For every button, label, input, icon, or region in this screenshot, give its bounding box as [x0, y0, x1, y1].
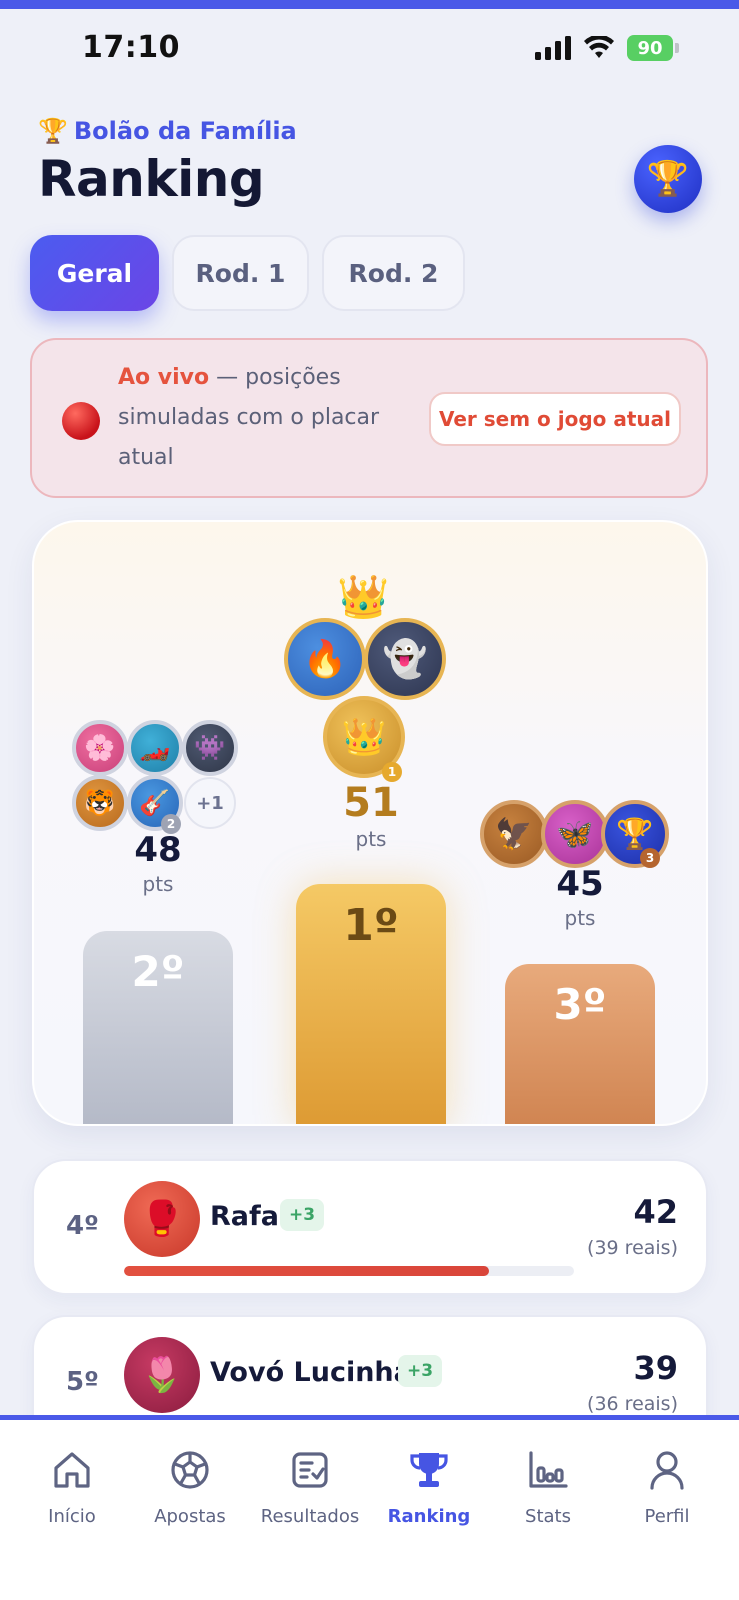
podium-first-points-label: pts: [355, 827, 387, 851]
live-indicator-icon: [62, 402, 100, 440]
podium-second-avatar[interactable]: 🐯: [72, 775, 128, 831]
avatar: 🥊: [124, 1181, 200, 1257]
cellular-signal-icon: [535, 36, 571, 60]
podium-first-avatar[interactable]: 👻: [364, 618, 446, 700]
battery-icon: 90: [627, 35, 679, 61]
podium-block-third: 3º: [505, 964, 655, 1124]
ranking-tabs: Geral Rod. 1 Rod. 2: [30, 235, 465, 311]
rank-position: 4º: [66, 1211, 99, 1241]
trophy-button[interactable]: 🏆: [634, 145, 702, 213]
tab-geral[interactable]: Geral: [30, 235, 159, 311]
nav-item-inicio[interactable]: Início: [12, 1448, 132, 1527]
nav-item-resultados[interactable]: Resultados: [250, 1448, 370, 1527]
podium-first-points: 51: [343, 780, 399, 826]
nav-label: Stats: [525, 1506, 571, 1527]
live-message: Ao vivo — posições simuladas com o placa…: [118, 358, 388, 478]
rank-points: 39: [633, 1349, 678, 1387]
nav-item-stats[interactable]: Stats: [488, 1448, 608, 1527]
podium-card: 👑 🔥 👻 👑 1 51 pts 🌸 🏎️ 👾 🐯 🎸 2 +1 48 pts …: [32, 520, 708, 1126]
more-participants-badge[interactable]: +1: [184, 777, 236, 829]
checklist-icon: [292, 1452, 328, 1488]
trophy-icon: [410, 1453, 448, 1487]
live-label: Ao vivo: [118, 365, 210, 390]
nav-label: Resultados: [260, 1506, 360, 1527]
soccer-ball-icon: [171, 1451, 209, 1489]
bottom-nav: Início Apostas Resultados Ranking Stats …: [0, 1420, 739, 1600]
podium-third-points-label: pts: [564, 906, 596, 930]
nav-item-ranking[interactable]: Ranking: [369, 1448, 489, 1527]
rank-delta-badge: +3: [280, 1199, 325, 1231]
rank-name: Rafa: [210, 1201, 279, 1232]
trophy-icon: 🏆: [38, 117, 68, 145]
rank-reais: (39 reais): [587, 1237, 678, 1259]
medal-badge-first: 1: [382, 762, 402, 782]
rank-position: 5º: [66, 1367, 99, 1397]
battery-level: 90: [627, 35, 673, 61]
podium-second-avatar[interactable]: 👾: [182, 720, 238, 776]
home-icon: [54, 1452, 90, 1488]
league-name: Bolão da Família: [73, 117, 297, 145]
podium-second-points: 48: [134, 830, 182, 870]
nav-label: Ranking: [387, 1506, 471, 1527]
podium-block-first: 1º: [296, 884, 446, 1124]
rank-name: Vovó Lucinha: [210, 1357, 412, 1388]
trophy-icon: 🏆: [646, 159, 690, 199]
podium-second-avatar[interactable]: 🌸: [72, 720, 128, 776]
podium-first-avatar[interactable]: 🔥: [284, 618, 366, 700]
status-time: 17:10: [82, 30, 180, 65]
crown-icon: 👑: [337, 572, 390, 621]
podium-third-points: 45: [556, 864, 604, 904]
podium-block-second: 2º: [83, 931, 233, 1124]
nav-label: Perfil: [644, 1506, 690, 1527]
podium-third-avatar[interactable]: 🦋: [541, 800, 609, 868]
nav-label: Apostas: [154, 1506, 226, 1527]
live-banner: Ao vivo — posições simuladas com o placa…: [30, 338, 708, 498]
rank-progress-fill: [124, 1266, 489, 1276]
rank-delta-badge: +3: [398, 1355, 443, 1387]
rank-reais: (36 reais): [587, 1393, 678, 1415]
wifi-icon: [584, 36, 614, 58]
league-subtitle: 🏆 Bolão da Família: [38, 117, 297, 145]
nav-item-perfil[interactable]: Perfil: [607, 1448, 727, 1527]
status-icons: 90: [535, 35, 679, 61]
top-accent-bar: [0, 0, 739, 9]
podium-second-points-label: pts: [142, 872, 174, 896]
user-icon: [650, 1451, 684, 1490]
nav-item-apostas[interactable]: Apostas: [130, 1448, 250, 1527]
bar-chart-icon: [529, 1451, 568, 1488]
podium-second-avatar[interactable]: 🏎️: [127, 720, 183, 776]
page-title: Ranking: [38, 150, 265, 208]
avatar: 🌷: [124, 1337, 200, 1413]
nav-label: Início: [48, 1506, 96, 1527]
podium-third-avatar[interactable]: 🦅: [480, 800, 548, 868]
rank-points: 42: [633, 1193, 678, 1231]
tab-rod-2[interactable]: Rod. 2: [322, 235, 465, 311]
rank-progress-bar: [124, 1266, 574, 1276]
view-without-current-game-button[interactable]: Ver sem o jogo atual: [429, 392, 681, 446]
tab-rod-1[interactable]: Rod. 1: [172, 235, 309, 311]
ranking-row[interactable]: 4º 🥊 Rafa +3 42 (39 reais): [32, 1159, 708, 1295]
